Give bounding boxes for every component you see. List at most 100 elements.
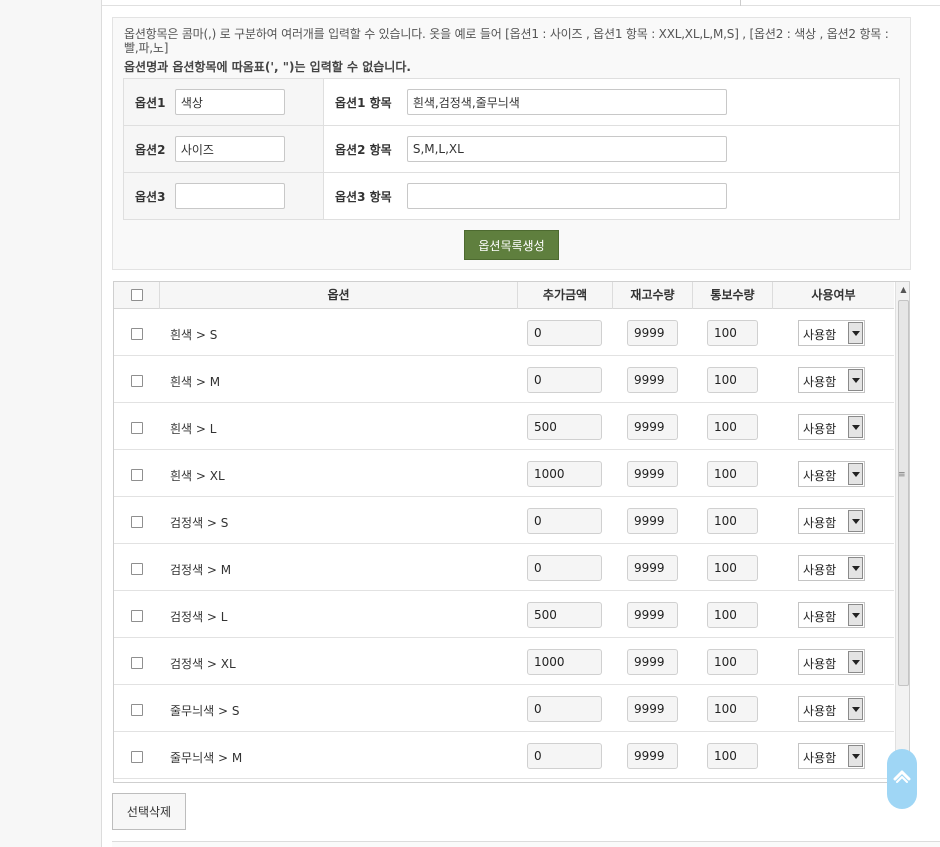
option-list-row: 검정색 > XL 사용함 (114, 638, 894, 685)
dropdown-arrow-icon[interactable] (848, 510, 863, 532)
stock-quantity-input[interactable] (627, 602, 678, 628)
use-status-value: 사용함 (803, 563, 837, 577)
stock-quantity-input[interactable] (627, 461, 678, 487)
dropdown-arrow-icon[interactable] (848, 322, 863, 344)
additional-price-input[interactable] (527, 508, 602, 534)
use-status-select[interactable]: 사용함 (798, 555, 865, 581)
additional-price-input[interactable] (527, 555, 602, 581)
option-help-text: 옵션항목은 콤마(,) 로 구분하여 여러개를 입력할 수 있습니다. 옷을 예… (124, 27, 889, 55)
row-checkbox[interactable] (131, 422, 143, 434)
use-status-select[interactable]: 사용함 (798, 461, 865, 487)
delete-selected-button[interactable]: 선택삭제 (112, 793, 186, 830)
use-status-select[interactable]: 사용함 (798, 367, 865, 393)
use-status-value: 사용함 (803, 422, 837, 436)
stock-quantity-input[interactable] (627, 367, 678, 393)
notify-quantity-input[interactable] (707, 602, 758, 628)
stock-quantity-input[interactable] (627, 508, 678, 534)
row-checkbox[interactable] (131, 610, 143, 622)
option-list-row: 검정색 > M 사용함 (114, 544, 894, 591)
option3-items-input[interactable] (406, 183, 727, 209)
stock-quantity-input[interactable] (627, 696, 678, 722)
arrow-up-icon[interactable]: ▲ (896, 282, 909, 298)
additional-price-input[interactable] (527, 367, 602, 393)
option1-name-input[interactable] (174, 89, 285, 115)
option2-items-input[interactable] (406, 136, 727, 162)
option-list-row: 줄무늬색 > M 사용함 (114, 732, 894, 779)
additional-price-input[interactable] (527, 696, 602, 722)
option-items-label: 옵션1 항목 (335, 95, 392, 110)
use-status-value: 사용함 (803, 469, 837, 483)
option-list-row: 흰색 > M 사용함 (114, 356, 894, 403)
grip-icon: ≡ (898, 470, 906, 480)
option-items-label: 옵션3 항목 (335, 189, 392, 204)
generate-option-list-button[interactable]: 옵션목록생성 (464, 230, 559, 260)
stock-quantity-input[interactable] (627, 555, 678, 581)
stock-quantity-input[interactable] (627, 414, 678, 440)
notify-quantity-input[interactable] (707, 508, 758, 534)
row-checkbox[interactable] (131, 375, 143, 387)
scrollbar-thumb[interactable] (898, 300, 909, 686)
use-status-value: 사용함 (803, 751, 837, 765)
dropdown-arrow-icon[interactable] (848, 463, 863, 485)
use-status-select[interactable]: 사용함 (798, 414, 865, 440)
row-checkbox[interactable] (131, 751, 143, 763)
additional-price-input[interactable] (527, 414, 602, 440)
row-checkbox[interactable] (131, 469, 143, 481)
scroll-to-top-button[interactable] (887, 749, 917, 809)
stock-quantity-input[interactable] (627, 320, 678, 346)
use-status-value: 사용함 (803, 516, 837, 530)
use-status-select[interactable]: 사용함 (798, 602, 865, 628)
use-status-select[interactable]: 사용함 (798, 508, 865, 534)
option2-name-input[interactable] (174, 136, 285, 162)
option-combination-label: 검정색 > S (170, 516, 229, 530)
additional-price-input[interactable] (527, 743, 602, 769)
dropdown-arrow-icon[interactable] (848, 698, 863, 720)
row-checkbox[interactable] (131, 563, 143, 575)
additional-price-input[interactable] (527, 602, 602, 628)
option-list-row: 검정색 > S 사용함 (114, 497, 894, 544)
option-combination-label: 흰색 > S (170, 328, 218, 342)
option-combination-label: 줄무늬색 > M (170, 751, 243, 765)
header-use-status: 사용여부 (772, 282, 894, 309)
stock-quantity-input[interactable] (627, 649, 678, 675)
use-status-select[interactable]: 사용함 (798, 743, 865, 769)
notify-quantity-input[interactable] (707, 414, 758, 440)
dropdown-arrow-icon[interactable] (848, 369, 863, 391)
list-scrollbar[interactable]: ▲ ≡ (895, 282, 909, 782)
use-status-select[interactable]: 사용함 (798, 696, 865, 722)
option-row: 옵션1 옵션1 항목 (123, 78, 900, 126)
additional-price-input[interactable] (527, 649, 602, 675)
chevron-up-icon (893, 770, 911, 783)
option-combination-label: 검정색 > M (170, 563, 232, 577)
notify-quantity-input[interactable] (707, 367, 758, 393)
notify-quantity-input[interactable] (707, 320, 758, 346)
notify-quantity-input[interactable] (707, 555, 758, 581)
dropdown-arrow-icon[interactable] (848, 557, 863, 579)
additional-price-input[interactable] (527, 461, 602, 487)
notify-quantity-input[interactable] (707, 461, 758, 487)
use-status-select[interactable]: 사용함 (798, 320, 865, 346)
header-notify-quantity: 통보수량 (692, 282, 772, 309)
row-checkbox[interactable] (131, 657, 143, 669)
dropdown-arrow-icon[interactable] (848, 416, 863, 438)
option-combination-label: 흰색 > M (170, 375, 221, 389)
dropdown-arrow-icon[interactable] (848, 604, 863, 626)
option3-name-input[interactable] (174, 183, 285, 209)
option-row: 옵션2 옵션2 항목 (123, 125, 900, 173)
dropdown-arrow-icon[interactable] (848, 651, 863, 673)
additional-price-input[interactable] (527, 320, 602, 346)
notify-quantity-input[interactable] (707, 743, 758, 769)
option1-items-input[interactable] (406, 89, 727, 115)
header-additional-price: 추가금액 (517, 282, 612, 309)
select-all-checkbox[interactable] (131, 289, 143, 301)
notify-quantity-input[interactable] (707, 649, 758, 675)
row-checkbox[interactable] (131, 516, 143, 528)
use-status-select[interactable]: 사용함 (798, 649, 865, 675)
option-name-label: 옵션3 (135, 189, 166, 204)
option-combination-label: 흰색 > XL (170, 469, 225, 483)
row-checkbox[interactable] (131, 328, 143, 340)
row-checkbox[interactable] (131, 704, 143, 716)
dropdown-arrow-icon[interactable] (848, 745, 863, 767)
stock-quantity-input[interactable] (627, 743, 678, 769)
notify-quantity-input[interactable] (707, 696, 758, 722)
